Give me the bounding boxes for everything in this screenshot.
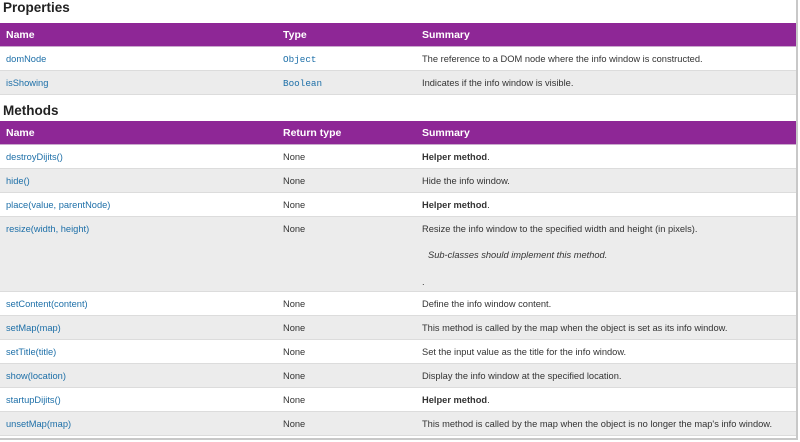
screenshot-frame <box>0 0 798 440</box>
